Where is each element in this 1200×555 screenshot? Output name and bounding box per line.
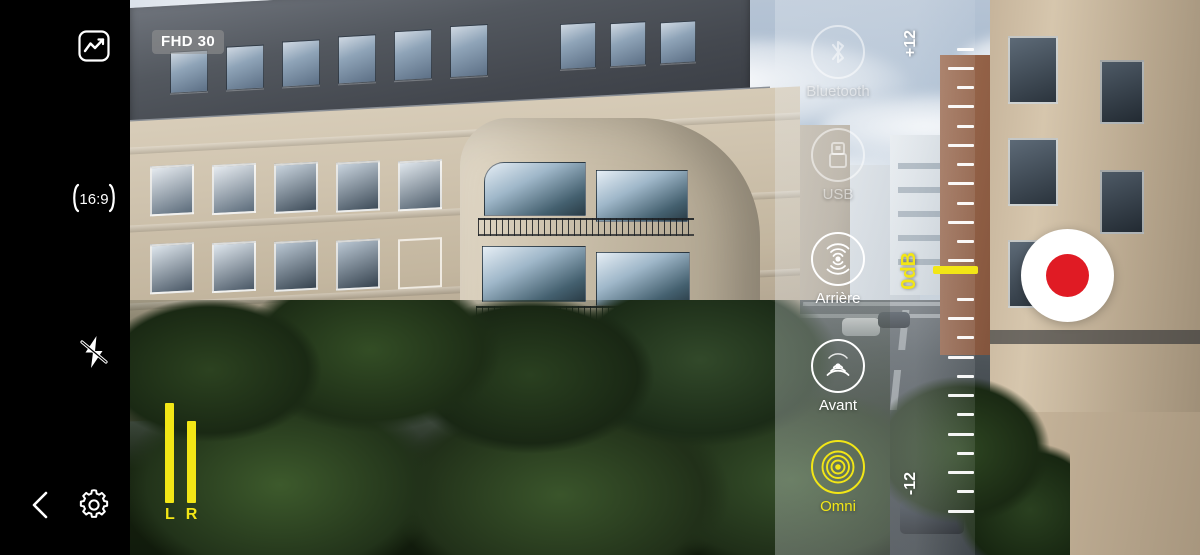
audio-source-rear[interactable]: Arrière xyxy=(790,232,886,306)
aspect-ratio-button[interactable]: 16:9 xyxy=(62,166,126,230)
level-meter-right: R xyxy=(185,421,198,523)
audio-source-front-label: Avant xyxy=(818,397,858,414)
left-control-rail: 16:9 xyxy=(0,0,130,555)
settings-button[interactable] xyxy=(62,473,126,537)
audio-gain-slider[interactable]: +12 0dB -12 xyxy=(898,0,980,555)
flash-off-icon xyxy=(77,333,111,371)
flash-off-button[interactable] xyxy=(62,320,126,384)
gear-icon xyxy=(77,488,111,522)
audio-source-usb-label: USB xyxy=(822,186,854,203)
audio-source-bluetooth[interactable]: Bluetooth xyxy=(790,25,886,99)
gain-tick-scale xyxy=(940,48,974,513)
level-meter-left-label: L xyxy=(165,506,175,523)
gain-min-label: -12 xyxy=(902,472,919,496)
audio-source-usb[interactable]: USB xyxy=(790,128,886,202)
audio-source-rear-label: Arrière xyxy=(815,290,861,307)
camera-app-screen: FHD 30 L R 16:9 Bluetooth USB Arrière Av… xyxy=(0,0,1200,555)
bluetooth-icon xyxy=(811,25,865,79)
level-meter-right-label: R xyxy=(185,506,198,523)
audio-source-omni-label: Omni xyxy=(820,498,856,515)
audio-source-list: Bluetooth USB Arrière Avant Omni xyxy=(790,0,886,555)
mic-rear-icon xyxy=(811,232,865,286)
record-dot-icon xyxy=(1046,254,1089,297)
chevron-left-icon xyxy=(27,489,53,521)
audio-source-front[interactable]: Avant xyxy=(790,339,886,413)
usb-icon xyxy=(811,128,865,182)
audio-source-omni[interactable]: Omni xyxy=(790,440,886,514)
record-button[interactable] xyxy=(1021,229,1114,322)
level-meter-right-bar xyxy=(187,421,197,503)
audio-source-bluetooth-label: Bluetooth xyxy=(806,83,870,100)
aspect-ratio-icon: 16:9 xyxy=(66,181,122,215)
level-meter-left-bar xyxy=(165,403,175,503)
svg-text:16:9: 16:9 xyxy=(79,191,108,208)
mic-omni-icon xyxy=(811,440,865,494)
level-meter-left: L xyxy=(165,403,175,523)
audio-level-meters: L R xyxy=(165,403,197,523)
video-format-badge: FHD 30 xyxy=(152,30,225,54)
audio-levels-icon xyxy=(77,29,111,63)
mic-front-icon xyxy=(811,339,865,393)
gain-value-label: 0dB xyxy=(898,252,920,290)
gain-max-label: +12 xyxy=(902,30,919,58)
gain-slider-thumb[interactable] xyxy=(933,266,978,274)
scene-building-right xyxy=(990,0,1200,555)
audio-levels-button[interactable] xyxy=(62,14,126,78)
